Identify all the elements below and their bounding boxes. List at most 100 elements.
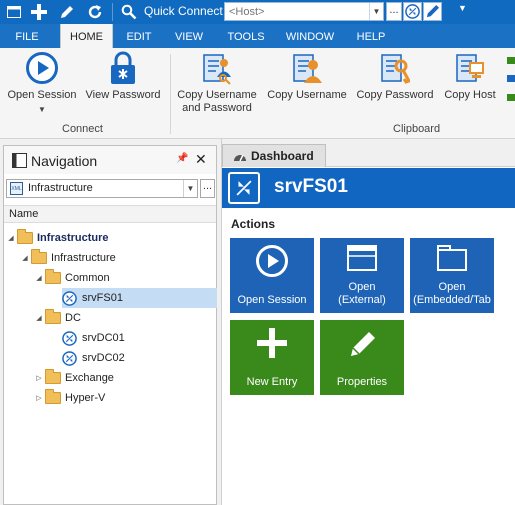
host-dropdown-icon[interactable]: ▼ bbox=[369, 3, 383, 20]
tree-item-dc[interactable]: ◢ DC bbox=[34, 308, 81, 328]
tree-item-srvfs01[interactable]: srvFS01 bbox=[62, 288, 217, 308]
entry-header: srvFS01 bbox=[222, 168, 515, 208]
data-source-more-button[interactable]: ... bbox=[200, 179, 215, 198]
customize-toolbar-icon[interactable]: ▼ bbox=[458, 3, 467, 13]
navigation-panel-icon bbox=[12, 153, 27, 168]
copy-password-label: Copy Password bbox=[356, 89, 434, 101]
tree-item-srvdc01[interactable]: srvDC01 bbox=[62, 328, 125, 348]
ribbon-tab-row: FILE HOME EDIT VIEW TOOLS WINDOW HELP bbox=[0, 24, 515, 48]
tab-edit[interactable]: EDIT bbox=[119, 24, 159, 48]
open-external-tile-line1: Open bbox=[348, 281, 376, 293]
tab-dashboard[interactable]: Dashboard bbox=[222, 144, 326, 167]
copy-username-and-password-button[interactable]: Copy Username and Password bbox=[176, 50, 258, 115]
copy-password-button[interactable]: Copy Password bbox=[354, 50, 436, 102]
host-combobox[interactable]: ▼ bbox=[224, 2, 384, 21]
edit-pencil-icon[interactable] bbox=[55, 1, 79, 23]
tab-window[interactable]: WINDOW bbox=[281, 24, 339, 48]
dashboard-panel: srvFS01 Actions Open Session Open (Extern… bbox=[222, 167, 515, 505]
play-icon bbox=[256, 245, 288, 277]
open-session-tile[interactable]: Open Session bbox=[230, 238, 314, 313]
add-icon[interactable] bbox=[27, 1, 51, 23]
tab-file[interactable]: FILE bbox=[8, 24, 46, 48]
new-entry-tile-label: New Entry bbox=[246, 376, 298, 388]
copy-host-label: Copy Host bbox=[444, 89, 496, 101]
ribbon-overflow-icons[interactable] bbox=[506, 54, 515, 114]
tree-item-label: Common bbox=[65, 272, 110, 284]
tree-item-srvdc02[interactable]: srvDC02 bbox=[62, 348, 125, 368]
data-source-select[interactable]: XML Infrastructure ▼ bbox=[6, 179, 198, 198]
copy-username-and-password-label-line1: Copy Username bbox=[177, 89, 257, 101]
clipboard-group-label: Clipboard bbox=[393, 123, 441, 135]
pencil-icon bbox=[351, 332, 375, 356]
expand-toggle-icon[interactable]: ▷ bbox=[34, 394, 44, 402]
pin-icon[interactable]: 📌 bbox=[176, 153, 188, 164]
tab-window-icon bbox=[437, 245, 467, 271]
tree-item-label: srvFS01 bbox=[82, 292, 123, 304]
properties-tile[interactable]: Properties bbox=[320, 320, 404, 395]
tree-item-exchange[interactable]: ▷ Exchange bbox=[34, 368, 114, 388]
copy-password-icon bbox=[381, 54, 410, 84]
view-password-button[interactable]: View Password bbox=[84, 50, 162, 102]
refresh-icon[interactable] bbox=[83, 1, 107, 23]
host-input[interactable] bbox=[225, 3, 370, 20]
close-icon[interactable]: ✕ bbox=[195, 151, 207, 168]
rdp-session-icon bbox=[62, 330, 77, 346]
folder-icon bbox=[45, 389, 61, 404]
tree-item-infrastructure-folder[interactable]: ◢ Infrastructure bbox=[20, 248, 116, 268]
tab-view[interactable]: VIEW bbox=[169, 24, 209, 48]
chevron-down-icon[interactable]: ▼ bbox=[183, 180, 197, 197]
dashboard-icon bbox=[234, 154, 246, 162]
rdp-session-icon bbox=[62, 350, 77, 366]
copy-host-button[interactable]: Copy Host bbox=[440, 50, 500, 102]
tree-item-infrastructure-root[interactable]: ◢ Infrastructure bbox=[6, 228, 109, 248]
actions-heading: Actions bbox=[231, 217, 276, 231]
open-embedded-tile-line1: Open bbox=[438, 281, 466, 293]
expand-toggle-icon[interactable]: ◢ bbox=[34, 314, 44, 322]
quick-access-toolbar: Quick Connect ▼ ... ▼ bbox=[0, 0, 515, 24]
navigation-title: Navigation bbox=[31, 153, 98, 169]
open-session-button[interactable]: Open Session ▼ bbox=[6, 50, 78, 116]
tree-item-label: Infrastructure bbox=[51, 252, 116, 264]
folder-icon bbox=[31, 249, 47, 264]
toolbar-separator bbox=[112, 3, 113, 21]
copy-host-icon bbox=[456, 54, 484, 82]
column-header-name[interactable]: Name bbox=[4, 205, 216, 223]
properties-tile-label: Properties bbox=[336, 376, 388, 388]
tab-help[interactable]: HELP bbox=[350, 24, 392, 48]
tree-item-label: Hyper-V bbox=[65, 392, 106, 404]
tree-item-label: Exchange bbox=[65, 372, 114, 384]
ribbon-group-separator bbox=[170, 54, 171, 134]
host-more-button[interactable]: ... bbox=[386, 2, 402, 21]
dashboard-tab-label: Dashboard bbox=[251, 149, 314, 163]
tab-home[interactable]: HOME bbox=[60, 24, 113, 48]
expand-toggle-icon[interactable]: ◢ bbox=[34, 274, 44, 282]
expand-toggle-icon[interactable]: ▷ bbox=[34, 374, 44, 382]
tree-item-label: Infrastructure bbox=[37, 232, 109, 244]
open-external-tile-line2: (External) bbox=[338, 294, 386, 306]
rdp-session-icon bbox=[228, 172, 260, 204]
folder-icon bbox=[45, 309, 61, 324]
open-session-dropdown-icon[interactable]: ▼ bbox=[6, 103, 78, 116]
new-entry-tile[interactable]: New Entry bbox=[230, 320, 314, 395]
tab-tools[interactable]: TOOLS bbox=[224, 24, 268, 48]
quick-connect-label: Quick Connect bbox=[144, 4, 223, 18]
quick-connect-edit-icon[interactable] bbox=[423, 2, 442, 21]
app-menu-icon[interactable] bbox=[3, 1, 25, 23]
tree-item-hyper-v[interactable]: ▷ Hyper-V bbox=[34, 388, 105, 408]
copy-username-label: Copy Username bbox=[267, 89, 347, 101]
open-external-tile[interactable]: Open (External) bbox=[320, 238, 404, 313]
quick-connect-go-icon[interactable] bbox=[403, 2, 422, 21]
expand-toggle-icon[interactable]: ◢ bbox=[6, 234, 16, 242]
navigation-header: Navigation 📌 ✕ bbox=[4, 146, 216, 174]
folder-icon bbox=[45, 269, 61, 284]
copy-username-button[interactable]: Copy Username bbox=[266, 50, 348, 102]
copy-username-and-password-label-line2: and Password bbox=[182, 102, 252, 114]
open-embedded-tile[interactable]: Open (Embedded/Tab bbox=[410, 238, 494, 313]
document-tab-bar: Dashboard bbox=[222, 139, 515, 167]
tree-item-common[interactable]: ◢ Common bbox=[34, 268, 110, 288]
open-session-label: Open Session bbox=[7, 89, 77, 101]
rdp-session-icon bbox=[62, 290, 77, 306]
open-session-icon bbox=[26, 52, 58, 84]
expand-toggle-icon[interactable]: ◢ bbox=[20, 254, 30, 262]
search-icon[interactable] bbox=[118, 1, 140, 23]
